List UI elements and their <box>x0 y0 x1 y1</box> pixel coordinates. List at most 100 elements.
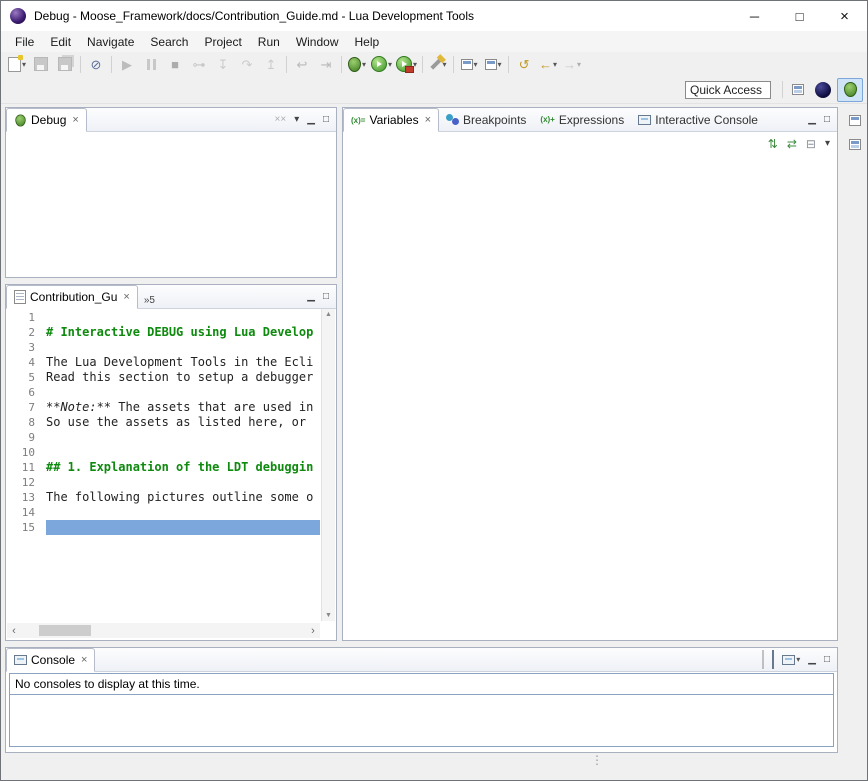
pin-console-button[interactable] <box>762 651 764 669</box>
line-text[interactable] <box>46 430 320 445</box>
open-console-button[interactable]: ▾ <box>782 655 800 665</box>
step-return-button[interactable]: ↥ <box>259 53 283 75</box>
save-button[interactable] <box>29 53 53 75</box>
quick-access-input[interactable]: Quick Access <box>685 81 771 99</box>
forward-button[interactable]: →▾ <box>560 53 584 75</box>
menu-file[interactable]: File <box>7 32 42 52</box>
line-number[interactable]: 2 <box>7 325 46 340</box>
line-number[interactable]: 12 <box>7 475 46 490</box>
menu-help[interactable]: Help <box>347 32 388 52</box>
display-selected-console-button[interactable] <box>772 651 774 669</box>
code-editor[interactable]: 1 2# Interactive DEBUG using Lua Develop… <box>7 310 320 621</box>
line-text[interactable]: The following pictures outline some o <box>46 490 320 505</box>
close-icon[interactable]: × <box>72 114 78 126</box>
remove-terminated-button[interactable]: ×× <box>275 115 287 125</box>
scroll-left-icon[interactable]: ‹ <box>7 625 21 637</box>
line-text[interactable]: ## 1. Explanation of the LDT debuggin <box>46 460 320 475</box>
collapse-all-button[interactable]: ⊟ <box>806 138 816 150</box>
show-type-names-button[interactable]: ⇅ <box>768 138 778 150</box>
scroll-up-icon[interactable]: ▲ <box>325 311 332 318</box>
close-icon[interactable]: × <box>81 654 87 666</box>
restore-views-button[interactable] <box>845 111 865 129</box>
save-all-button[interactable] <box>53 53 77 75</box>
search-button[interactable]: ▾ <box>426 53 450 75</box>
menu-edit[interactable]: Edit <box>42 32 79 52</box>
maximize-view-button[interactable]: □ <box>824 115 830 125</box>
line-text[interactable] <box>46 445 320 460</box>
line-number[interactable]: 11 <box>7 460 46 475</box>
line-text[interactable]: So use the assets as listed here, or <box>46 415 320 430</box>
maximize-view-button[interactable]: □ <box>323 292 329 302</box>
tab-interactive-console[interactable]: Interactive Console <box>631 108 765 131</box>
line-number[interactable]: 6 <box>7 385 46 400</box>
disconnect-button[interactable]: ⊶ <box>187 53 211 75</box>
line-number[interactable]: 9 <box>7 430 46 445</box>
suspend-button[interactable] <box>139 53 163 75</box>
tab-breakpoints[interactable]: Breakpoints <box>439 108 533 131</box>
line-text[interactable]: # Interactive DEBUG using Lua Develop <box>46 325 320 340</box>
new-button[interactable]: ▾ <box>5 53 29 75</box>
line-number[interactable]: 8 <box>7 415 46 430</box>
editor-overflow-button[interactable]: »5 <box>138 285 161 308</box>
step-over-button[interactable]: ↷ <box>235 53 259 75</box>
line-number[interactable]: 3 <box>7 340 46 355</box>
menu-run[interactable]: Run <box>250 32 288 52</box>
previous-annotation-button[interactable]: ▾ <box>481 53 505 75</box>
scrollbar-track[interactable] <box>21 623 306 638</box>
menu-window[interactable]: Window <box>288 32 347 52</box>
tab-variables[interactable]: (x)= Variables × <box>343 108 439 132</box>
menu-navigate[interactable]: Navigate <box>79 32 142 52</box>
minimize-view-button[interactable]: ▁ <box>808 115 816 125</box>
line-text[interactable] <box>46 340 320 355</box>
debug-perspective-button[interactable] <box>837 78 863 102</box>
vertical-scrollbar[interactable]: ▲ ▼ <box>321 309 335 621</box>
minimize-window-button[interactable]: ─ <box>732 1 777 31</box>
menu-search[interactable]: Search <box>142 32 196 52</box>
view-menu-button[interactable]: ▾ <box>294 115 299 125</box>
line-number[interactable]: 13 <box>7 490 46 505</box>
line-number[interactable]: 7 <box>7 400 46 415</box>
line-text[interactable]: Read this section to setup a debugger <box>46 370 320 385</box>
horizontal-scrollbar[interactable]: ‹ › <box>7 623 320 638</box>
maximize-window-button[interactable]: □ <box>777 1 822 31</box>
sash-handle[interactable]: ⋮ <box>591 753 603 767</box>
line-number[interactable]: 14 <box>7 505 46 520</box>
terminate-button[interactable]: ■ <box>163 53 187 75</box>
selected-line[interactable] <box>46 520 320 535</box>
line-text[interactable] <box>46 505 320 520</box>
close-window-button[interactable]: × <box>822 1 867 31</box>
resume-button[interactable]: ▶ <box>115 53 139 75</box>
minimized-view-button[interactable] <box>845 135 865 153</box>
drop-to-frame-button[interactable]: ↩ <box>290 53 314 75</box>
lua-perspective-button[interactable] <box>811 79 835 101</box>
line-text[interactable]: The Lua Development Tools in the Ecli <box>46 355 320 370</box>
run-button[interactable]: ▾ <box>369 53 394 75</box>
line-number[interactable]: 4 <box>7 355 46 370</box>
tab-debug[interactable]: Debug × <box>6 108 87 132</box>
last-edit-location-button[interactable]: ↺ <box>512 53 536 75</box>
open-perspective-button[interactable] <box>786 79 810 101</box>
minimize-view-button[interactable]: ▁ <box>307 292 315 302</box>
scroll-right-icon[interactable]: › <box>306 625 320 637</box>
line-number[interactable]: 5 <box>7 370 46 385</box>
view-menu-button[interactable]: ▾ <box>825 139 830 149</box>
line-number[interactable]: 15 <box>7 520 46 535</box>
menu-project[interactable]: Project <box>196 32 249 52</box>
back-button[interactable]: ←▾ <box>536 53 560 75</box>
tab-expressions[interactable]: (x)+ Expressions <box>533 108 631 131</box>
minimize-view-button[interactable]: ▁ <box>808 655 816 665</box>
show-logical-structures-button[interactable]: ⇄ <box>787 138 797 150</box>
maximize-view-button[interactable]: □ <box>323 115 329 125</box>
skip-all-breakpoints-button[interactable]: ⊘ <box>84 53 108 75</box>
external-tools-button[interactable]: ▾ <box>394 53 419 75</box>
next-annotation-button[interactable]: ▾ <box>457 53 481 75</box>
scroll-down-icon[interactable]: ▼ <box>325 612 332 619</box>
line-number[interactable]: 10 <box>7 445 46 460</box>
tab-contribution-guide[interactable]: Contribution_Gu × <box>6 285 138 309</box>
line-text[interactable] <box>46 475 320 490</box>
close-icon[interactable]: × <box>123 291 129 303</box>
tab-console[interactable]: Console × <box>6 648 95 672</box>
line-number[interactable]: 1 <box>7 310 46 325</box>
line-text[interactable] <box>46 385 320 400</box>
close-icon[interactable]: × <box>425 114 431 126</box>
